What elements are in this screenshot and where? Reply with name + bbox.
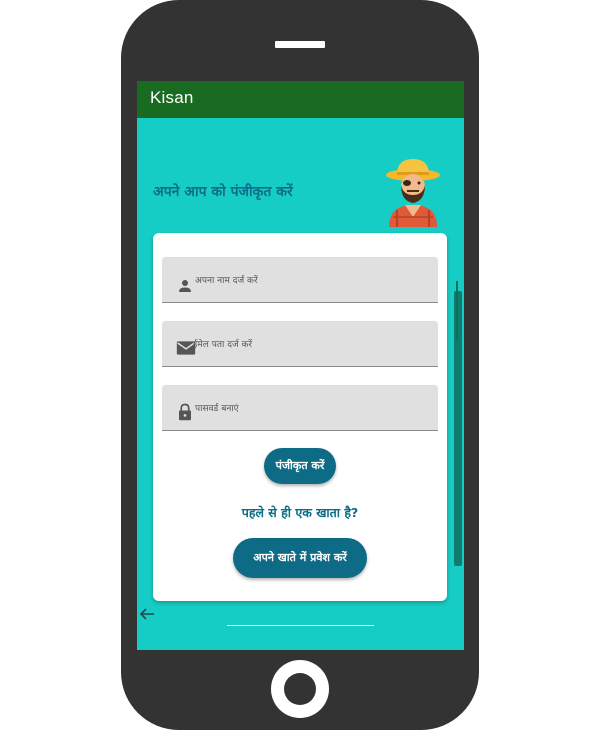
- email-field-placeholder: ईमेल पता दर्ज करें: [193, 340, 253, 350]
- name-field-placeholder: अपना नाम दर्ज करें: [195, 276, 258, 286]
- home-button-inner: [284, 673, 316, 705]
- password-field[interactable]: पासवर्ड बनाएं: [162, 385, 438, 431]
- name-field[interactable]: अपना नाम दर्ज करें: [162, 257, 438, 303]
- app-bar: Kisan: [137, 81, 464, 118]
- phone-home-button[interactable]: [271, 660, 329, 718]
- scroll-indicator[interactable]: [454, 281, 462, 566]
- existing-account-prompt: पहले से ही एक खाता है?: [241, 505, 359, 520]
- phone-speaker: [275, 41, 325, 48]
- bottom-divider: [227, 625, 374, 626]
- login-button[interactable]: अपने खाते में प्रवेश करें: [233, 538, 367, 578]
- lock-icon: [179, 403, 191, 421]
- back-arrow-icon[interactable]: [139, 606, 155, 622]
- email-field[interactable]: ईमेल पता दर्ज करें: [162, 321, 438, 367]
- register-button[interactable]: पंजीकृत करें: [264, 448, 336, 484]
- app-title: Kisan: [150, 88, 194, 107]
- person-icon: [179, 280, 191, 292]
- page-title: अपने आप को पंजीकृत करें: [153, 184, 293, 200]
- phone-screen: Kisan अपने आप को पंजीकृत करें अपना नाम द…: [137, 81, 464, 650]
- password-field-placeholder: पासवर्ड बनाएं: [195, 404, 239, 414]
- registration-card: अपना नाम दर्ज करें ईमेल पता दर्ज करें पा…: [153, 233, 447, 601]
- farmer-avatar-icon: [386, 159, 440, 227]
